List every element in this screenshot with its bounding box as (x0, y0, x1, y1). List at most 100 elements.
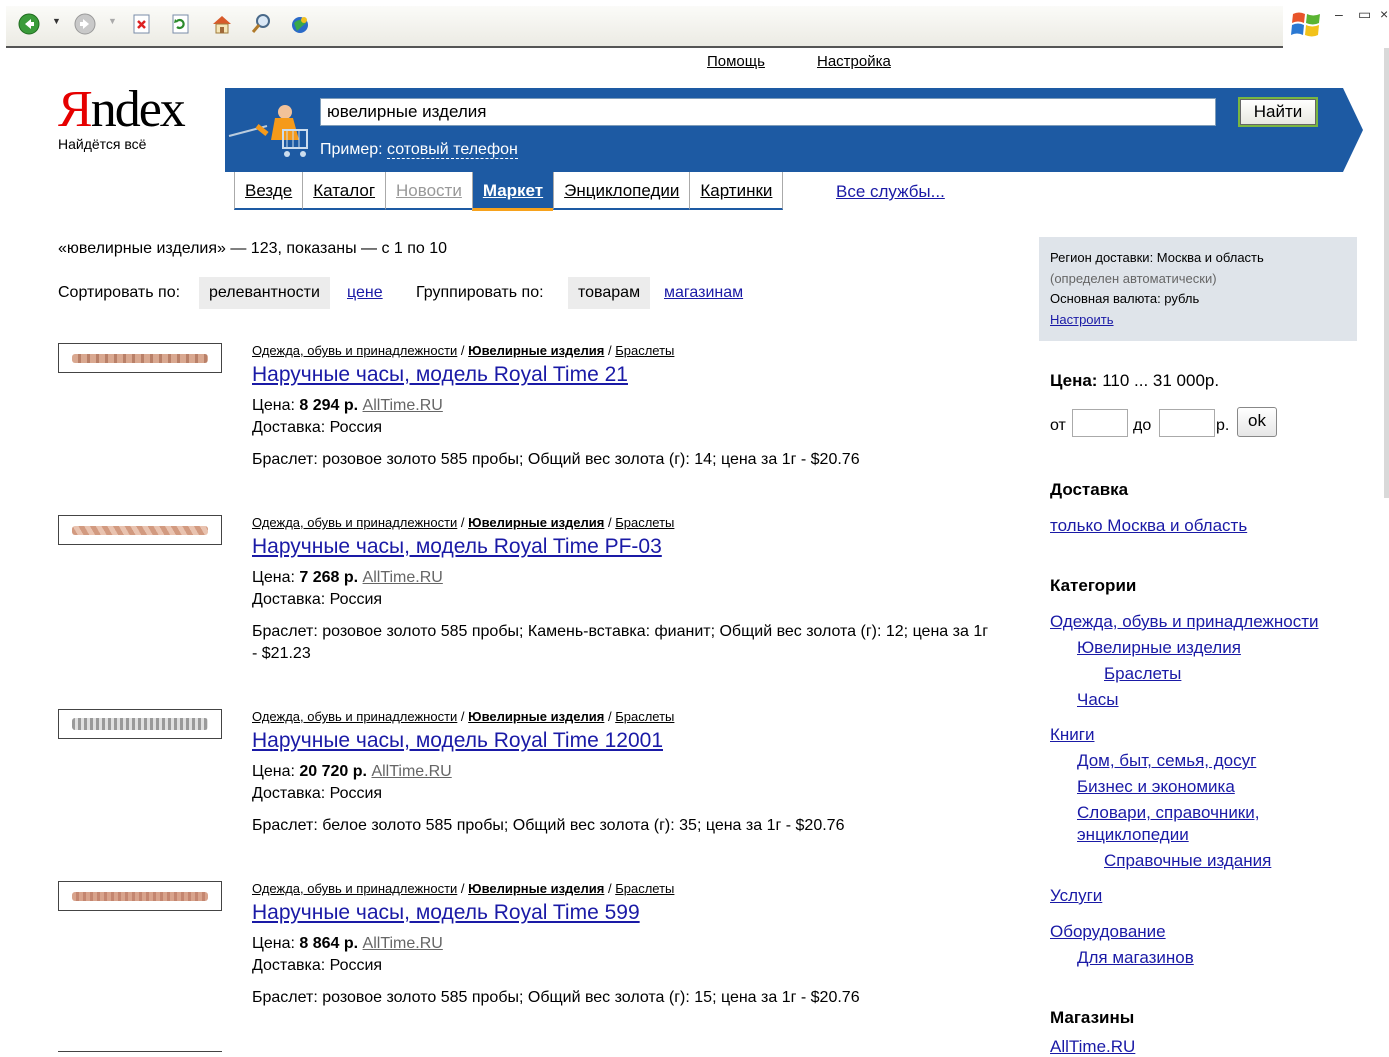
minimize-icon[interactable]: – (1335, 6, 1343, 22)
product-description: Браслет: розовое золото 585 пробы; Общий… (252, 451, 860, 468)
crumb-jewelry[interactable]: Ювелирные изделия (468, 343, 604, 358)
price-value: 8 864 р. (299, 935, 359, 952)
delivery-heading: Доставка (1050, 480, 1129, 499)
category-clothing[interactable]: Одежда, обувь и принадлежности (1050, 612, 1318, 632)
shop-link[interactable]: AllTime.RU (363, 935, 443, 952)
shop-link[interactable]: AllTime.RU (363, 569, 443, 586)
category-bracelets[interactable]: Браслеты (1104, 664, 1181, 684)
sort-label: Сортировать по: (58, 284, 181, 301)
price-from-label: от (1050, 417, 1066, 434)
crumb-jewelry[interactable]: Ювелирные изделия (468, 881, 604, 896)
back-dropdown-icon[interactable]: ▼ (52, 16, 61, 26)
crumb-clothing[interactable]: Одежда, обувь и принадлежности (252, 515, 457, 530)
crumb-clothing[interactable]: Одежда, обувь и принадлежности (252, 709, 457, 724)
logo-rest: ndex (90, 81, 186, 138)
category-watches[interactable]: Часы (1077, 690, 1119, 710)
category-reference[interactable]: Справочные издания (1104, 851, 1271, 871)
refresh-icon[interactable] (170, 13, 192, 35)
shop-link[interactable]: AllTime.RU (363, 397, 443, 414)
forward-icon[interactable] (74, 13, 96, 35)
product-thumbnail[interactable] (58, 709, 222, 739)
forward-dropdown-icon[interactable]: ▼ (108, 16, 117, 26)
shop-link[interactable]: AllTime.RU (371, 763, 451, 780)
crumb-bracelets[interactable]: Браслеты (615, 709, 674, 724)
category-books[interactable]: Книги (1050, 725, 1094, 745)
price-ok-button[interactable]: ok (1237, 407, 1277, 437)
price-filter-heading: Цена: (1050, 371, 1098, 390)
price-to-input[interactable] (1159, 409, 1215, 437)
category-business[interactable]: Бизнес и экономика (1077, 777, 1235, 797)
product-title-link[interactable]: Наручные часы, модель Royal Time 21 (252, 363, 628, 387)
category-services[interactable]: Услуги (1050, 886, 1102, 906)
toolbar-strip (6, 6, 1283, 48)
media-icon[interactable] (289, 13, 311, 35)
crumb-clothing[interactable]: Одежда, обувь и принадлежности (252, 343, 457, 358)
back-icon[interactable] (18, 13, 40, 35)
product-description: Браслет: розовое золото 585 пробы; Камен… (252, 623, 989, 662)
price-label: Цена: (252, 569, 295, 586)
breadcrumb: Одежда, обувь и принадлежности / Ювелирн… (252, 709, 675, 724)
all-services-link[interactable]: Все службы... (836, 182, 945, 202)
group-goods[interactable]: товарам (568, 277, 651, 309)
shop-alltime-link[interactable]: AllTime.RU (1050, 1037, 1135, 1057)
next-thumbnail-edge (58, 1051, 222, 1056)
product-delivery: Доставка: Россия (252, 419, 383, 436)
crumb-bracelets[interactable]: Браслеты (615, 343, 674, 358)
configure-region-link[interactable]: Настроить (1050, 312, 1114, 327)
product-thumbnail[interactable] (58, 343, 222, 373)
tab-news[interactable]: Новости (385, 172, 472, 210)
category-home-family[interactable]: Дом, быт, семья, досуг (1077, 751, 1256, 771)
product-description: Браслет: белое золото 585 пробы; Общий в… (252, 817, 845, 834)
example-link[interactable]: сотовый телефон (387, 141, 518, 159)
category-equipment[interactable]: Оборудование (1050, 922, 1166, 942)
category-jewelry[interactable]: Ювелирные изделия (1077, 638, 1241, 658)
tab-vezde[interactable]: Везде (234, 172, 303, 210)
help-link[interactable]: Помощь (707, 53, 765, 70)
delivery-region-box: Регион доставки: Москва и область (опред… (1039, 237, 1357, 341)
product-title-link[interactable]: Наручные часы, модель Royal Time 599 (252, 901, 640, 925)
currency-line: Основная валюта: рубль (1050, 291, 1200, 306)
home-icon[interactable] (211, 13, 233, 35)
crumb-clothing[interactable]: Одежда, обувь и принадлежности (252, 881, 457, 896)
close-icon[interactable]: × (1380, 6, 1388, 22)
tab-catalog[interactable]: Каталог (302, 172, 386, 210)
shops-heading: Магазины (1050, 1008, 1135, 1027)
tab-market[interactable]: Маркет (471, 172, 554, 211)
search-button[interactable]: Найти (1238, 97, 1318, 127)
price-label: Цена: (252, 935, 295, 952)
product-description: Браслет: розовое золото 585 пробы; Общий… (252, 989, 860, 1006)
stop-icon[interactable] (131, 13, 153, 35)
tab-encyclopedia[interactable]: Энциклопедии (553, 172, 690, 210)
crumb-bracelets[interactable]: Браслеты (615, 881, 674, 896)
group-shops-link[interactable]: магазинам (664, 284, 743, 302)
crumb-jewelry[interactable]: Ювелирные изделия (468, 515, 604, 530)
browser-toolbar: ▼ ▼ – ▭ × (0, 0, 1389, 48)
delivery-moscow-link[interactable]: только Москва и область (1050, 516, 1247, 536)
scrollbar[interactable] (1384, 48, 1389, 498)
price-to-label: до (1133, 417, 1152, 434)
search-icon[interactable] (250, 13, 272, 35)
logo-tagline: Найдётся всё (58, 136, 147, 152)
search-example: Пример: сотовый телефон (320, 141, 518, 159)
yandex-logo[interactable]: Яndex (58, 81, 186, 138)
region-auto-note: (определен автоматически) (1050, 270, 1217, 286)
price-from-input[interactable] (1072, 409, 1128, 437)
crumb-jewelry[interactable]: Ювелирные изделия (468, 709, 604, 724)
crumb-bracelets[interactable]: Браслеты (615, 515, 674, 530)
sort-price-link[interactable]: цене (347, 284, 383, 302)
product-price: Цена: 20 720 р. AllTime.RU (252, 763, 452, 781)
category-encyclopedias[interactable]: энциклопедии (1077, 825, 1189, 845)
settings-link[interactable]: Настройка (817, 53, 891, 70)
product-thumbnail[interactable] (58, 515, 222, 545)
tab-images[interactable]: Картинки (689, 172, 784, 210)
sort-relevance[interactable]: релевантности (199, 277, 330, 309)
restore-icon[interactable]: ▭ (1358, 6, 1371, 23)
search-input[interactable] (320, 98, 1216, 126)
region-line: Регион доставки: Москва и область (1050, 250, 1264, 265)
example-label: Пример: (320, 141, 383, 158)
category-dictionaries[interactable]: Словари, справочники, (1077, 803, 1259, 823)
product-title-link[interactable]: Наручные часы, модель Royal Time PF-03 (252, 535, 662, 559)
category-for-shops[interactable]: Для магазинов (1077, 948, 1194, 968)
product-thumbnail[interactable] (58, 881, 222, 911)
product-title-link[interactable]: Наручные часы, модель Royal Time 12001 (252, 729, 663, 753)
